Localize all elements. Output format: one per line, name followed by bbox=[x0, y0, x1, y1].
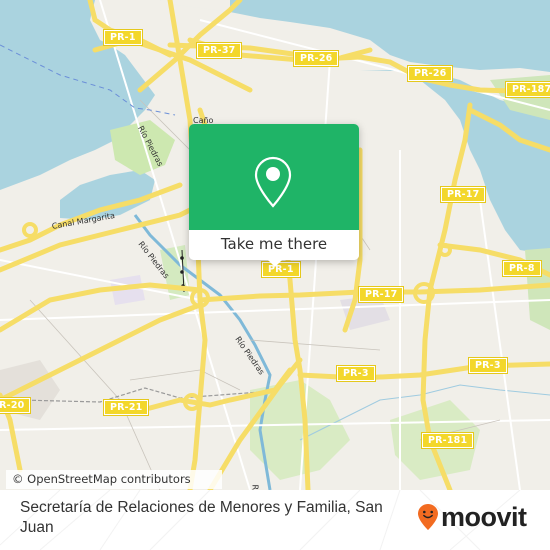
map-pin-icon bbox=[254, 156, 292, 208]
moovit-logo[interactable]: moovit bbox=[417, 502, 527, 532]
road-shield-pr-1-north: PR-1 bbox=[103, 29, 143, 46]
road-shield-pr-187: PR-187 bbox=[504, 81, 550, 98]
road-shield-pr-26-west: PR-26 bbox=[292, 50, 340, 67]
road-shield-pr-3-east: PR-3 bbox=[468, 357, 508, 374]
popup-pointer bbox=[267, 259, 283, 267]
road-shield-pr-21: PR-21 bbox=[102, 399, 150, 416]
road-shield-pr-181: PR-181 bbox=[420, 432, 475, 449]
map-view[interactable]: PR-1 PR-37 PR-26 PR-26 PR-187 PR-17 PR-8… bbox=[0, 0, 550, 490]
destination-popup: Take me there bbox=[189, 124, 359, 267]
footer: Secretaría de Relaciones de Menores y Fa… bbox=[0, 490, 550, 550]
road-shield-pr-37: PR-37 bbox=[195, 42, 243, 59]
popup-header bbox=[189, 124, 359, 230]
road-shield-pr-3-center: PR-3 bbox=[336, 365, 376, 382]
place-name: Secretaría de Relaciones de Menores y Fa… bbox=[20, 499, 383, 536]
moovit-wordmark: moovit bbox=[441, 502, 527, 532]
take-me-there-button[interactable]: Take me there bbox=[189, 230, 359, 260]
road-shield-pr-20: PR-20 bbox=[0, 397, 32, 414]
road-shield-pr-26-east: PR-26 bbox=[406, 65, 454, 82]
moovit-pin-icon bbox=[418, 504, 438, 530]
road-shield-pr-17-center: PR-17 bbox=[357, 286, 405, 303]
map-attribution[interactable]: © OpenStreetMap contributors bbox=[6, 470, 222, 489]
road-shield-pr-17-north: PR-17 bbox=[439, 186, 487, 203]
road-shield-pr-8: PR-8 bbox=[502, 260, 542, 277]
